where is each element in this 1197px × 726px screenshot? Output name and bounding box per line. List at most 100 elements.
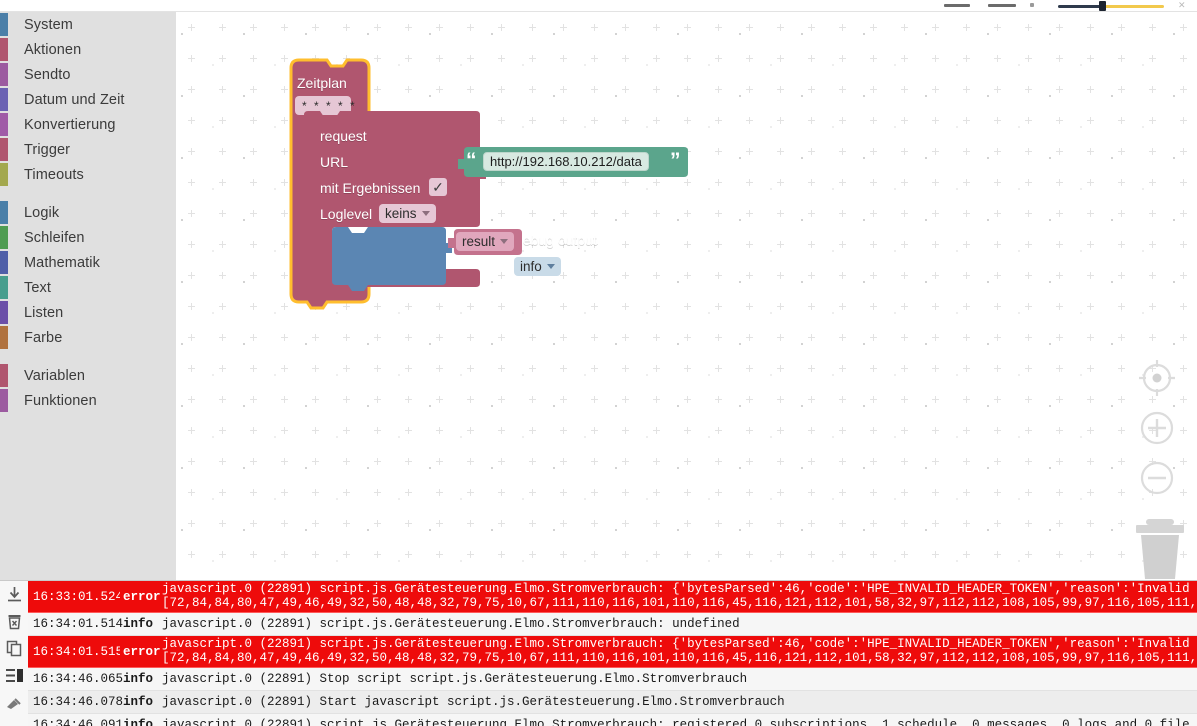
pin-icon xyxy=(6,697,21,709)
zoom-in-button[interactable] xyxy=(1134,405,1180,451)
log-row[interactable]: 16:33:01.524 error javascript.0 (22891) sc… xyxy=(28,581,1197,613)
log-message-line-1: javascript.0 (22891) script.js.Geräteste… xyxy=(162,582,1197,596)
palette-item-farbe[interactable]: Farbe xyxy=(0,325,176,350)
palette-item-label: Farbe xyxy=(24,329,63,346)
blockly-workspace[interactable]: Zeitplan * * * * * request URL mit Ergeb… xyxy=(176,12,1197,580)
debug-severity-dropdown[interactable]: info xyxy=(514,257,561,276)
palette-item-label: Schleifen xyxy=(24,229,85,246)
palette-category-swatch xyxy=(0,301,8,324)
log-row[interactable]: 16:34:46.078 info javascript.0 (22891) Sta… xyxy=(28,691,1197,714)
palette-item-system[interactable]: System xyxy=(0,12,176,37)
log-toolbar[interactable] xyxy=(0,581,29,726)
log-row[interactable]: 16:34:46.091 info javascript.0 (22891) scr… xyxy=(28,714,1197,726)
zoom-out-button[interactable] xyxy=(1134,455,1180,501)
chevron-down-icon xyxy=(546,264,555,269)
log-columns-button[interactable] xyxy=(0,662,28,689)
palette-category-swatch xyxy=(0,138,8,161)
palette-item-datum-und-zeit[interactable]: Datum und Zeit xyxy=(0,87,176,112)
log-panel[interactable]: 16:33:01.524 error javascript.0 (22891) sc… xyxy=(0,580,1197,726)
palette-item-konvertierung[interactable]: Konvertierung xyxy=(0,112,176,137)
log-row[interactable]: 16:34:46.065 info javascript.0 (22891) Sto… xyxy=(28,668,1197,691)
loglevel-dropdown[interactable]: keins xyxy=(379,204,436,223)
palette-category-swatch xyxy=(0,113,8,136)
palette-category-swatch xyxy=(0,226,8,249)
log-row[interactable]: 16:34:01.515 error javascript.0 (22891) sc… xyxy=(28,636,1197,668)
palette-item-label: Konvertierung xyxy=(24,116,116,133)
palette-item-timeouts[interactable]: Timeouts xyxy=(0,162,176,187)
palette-item-label: System xyxy=(24,16,73,33)
blocks-canvas[interactable]: Zeitplan * * * * * request URL mit Ergeb… xyxy=(176,12,1197,580)
palette-item-sendto[interactable]: Sendto xyxy=(0,62,176,87)
palette-category-swatch xyxy=(0,326,8,349)
palette-item-label: Mathematik xyxy=(24,254,100,271)
zoom-in-icon xyxy=(1140,411,1174,445)
log-timestamp: 16:34:46.078 xyxy=(33,695,124,709)
palette-category-swatch xyxy=(0,389,8,412)
url-quote-open: “ xyxy=(466,149,477,172)
log-rows-container[interactable]: 16:33:01.524 error javascript.0 (22891) sc… xyxy=(28,581,1197,726)
palette-item-mathematik[interactable]: Mathematik xyxy=(0,250,176,275)
palette-category-swatch xyxy=(0,88,8,111)
log-timestamp: 16:33:01.524 xyxy=(28,581,123,612)
delete-block-trashcan[interactable] xyxy=(1134,515,1184,580)
log-timestamp: 16:34:01.515 xyxy=(28,636,123,667)
url-quote-close: ” xyxy=(670,149,681,172)
toolbar-fragment-1[interactable] xyxy=(944,4,970,7)
delete-log-icon xyxy=(8,615,20,630)
clear-log-button[interactable] xyxy=(0,608,28,635)
center-workspace-button[interactable] xyxy=(1134,355,1180,401)
with-results-checkbox[interactable]: ✓ xyxy=(429,178,447,196)
log-message-line-1: javascript.0 (22891) Start javascript sc… xyxy=(162,695,785,709)
zoom-out-icon xyxy=(1140,461,1174,495)
debug-severity-value: info xyxy=(520,259,542,274)
pin-log-button[interactable] xyxy=(0,689,28,716)
palette-item-text[interactable]: Text xyxy=(0,275,176,300)
workspace-controls[interactable] xyxy=(1127,355,1187,580)
log-row[interactable]: 16:34:01.514 info javascript.0 (22891) scr… xyxy=(28,613,1197,636)
palette-category-swatch xyxy=(0,201,8,224)
log-severity: info xyxy=(123,718,154,726)
palette-item-label: Funktionen xyxy=(24,392,97,409)
log-severity: info xyxy=(123,672,154,686)
url-value: http://192.168.10.212/data xyxy=(490,154,642,169)
palette-category-swatch xyxy=(0,251,8,274)
palette-item-variablen[interactable]: Variablen xyxy=(0,363,176,388)
close-icon[interactable]: ✕ xyxy=(1178,1,1186,10)
log-message-line-2: [72,84,84,80,47,49,46,49,32,50,48,48,32,… xyxy=(162,596,1197,610)
palette-group-gap xyxy=(0,187,176,200)
palette-item-label: Datum und Zeit xyxy=(24,91,125,108)
palette-category-swatch xyxy=(0,38,8,61)
palette-item-logik[interactable]: Logik xyxy=(0,200,176,225)
download-log-button[interactable] xyxy=(0,581,28,608)
copy-log-button[interactable] xyxy=(0,635,28,662)
request-label-line1: request xyxy=(320,128,367,144)
palette-item-trigger[interactable]: Trigger xyxy=(0,137,176,162)
palette-item-label: Text xyxy=(24,279,51,296)
log-severity: error xyxy=(120,581,161,612)
palette-item-label: Timeouts xyxy=(24,166,84,183)
debug-output-block-shape[interactable] xyxy=(332,227,462,291)
loglevel-value: keins xyxy=(385,206,417,221)
block-palette-sidebar[interactable]: System Aktionen Sendto Datum und Zeit Konver… xyxy=(0,12,176,580)
trash-icon xyxy=(1136,519,1184,579)
palette-item-funktionen[interactable]: Funktionen xyxy=(0,388,176,413)
palette-item-schleifen[interactable]: Schleifen xyxy=(0,225,176,250)
toolbar-fragment-2[interactable] xyxy=(988,4,1016,7)
log-severity: error xyxy=(120,636,161,667)
zoom-slider-knob[interactable] xyxy=(1099,1,1106,11)
palette-item-label: Aktionen xyxy=(24,41,82,58)
log-message: javascript.0 (22891) script.js.Geräteste… xyxy=(158,636,1197,667)
log-message: javascript.0 (22891) script.js.Geräteste… xyxy=(158,613,1197,635)
checkmark-icon: ✓ xyxy=(432,178,444,195)
palette-item-aktionen[interactable]: Aktionen xyxy=(0,37,176,62)
request-label-loglevel: Loglevel xyxy=(320,206,373,222)
url-value-field[interactable]: http://192.168.10.212/data xyxy=(483,152,649,171)
palette-category-swatch xyxy=(0,276,8,299)
top-toolbar-strip: ✕ xyxy=(0,0,1197,12)
download-icon xyxy=(7,587,21,602)
toolbar-dot-icon[interactable] xyxy=(1030,3,1034,7)
result-variable-dropdown[interactable]: result xyxy=(456,232,515,251)
palette-item-listen[interactable]: Listen xyxy=(0,300,176,325)
log-severity: info xyxy=(123,695,154,709)
zoom-slider-fill xyxy=(1104,5,1164,8)
